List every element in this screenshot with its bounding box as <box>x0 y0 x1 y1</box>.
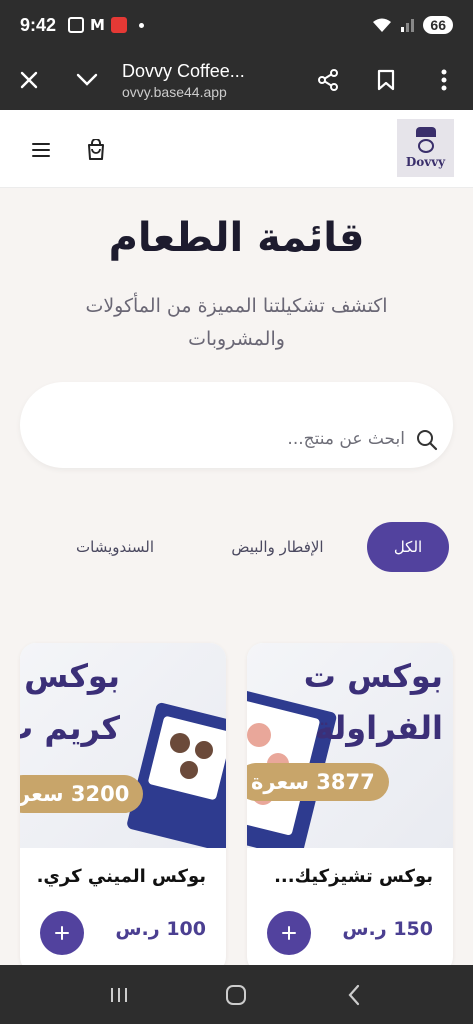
close-icon <box>20 71 38 89</box>
logo-hat-shape <box>415 127 436 137</box>
image-text-line1: بوكس ت <box>303 657 443 695</box>
browser-toolbar: Dovvy Coffee... ovvy.base44.app <box>0 50 473 110</box>
more-options-button[interactable] <box>415 50 473 110</box>
product-price: 100 ر.س <box>115 918 206 940</box>
menu-subtitle: اكتشف تشكيلتنا المميزة من المأكولات والم… <box>85 295 388 350</box>
product-image[interactable]: بوكس كريم ب 3200 سعر <box>20 643 226 848</box>
tab-sandwiches[interactable]: السندويشات <box>55 522 175 572</box>
add-to-cart-button[interactable] <box>40 911 84 955</box>
product-name[interactable]: بوكس تشيزكيك... <box>263 866 433 887</box>
more-vertical-icon <box>441 69 447 91</box>
product-name[interactable]: بوكس الميني كري... <box>36 866 206 887</box>
wifi-icon <box>373 18 392 32</box>
logo-face-shape <box>417 139 434 153</box>
share-icon <box>318 69 338 91</box>
cart-button[interactable] <box>82 136 110 164</box>
page-title-area[interactable]: Dovvy Coffee... ovvy.base44.app <box>116 61 299 100</box>
status-time: 9:42 <box>20 14 57 35</box>
notification-icons: M <box>68 16 144 34</box>
strawberry-decoration <box>247 723 271 747</box>
menu-icon <box>32 143 50 157</box>
battery-indicator: 66 <box>423 16 453 34</box>
product-image[interactable]: بوكس ت الفراولة 3877 سعرة <box>247 643 453 848</box>
home-button[interactable] <box>216 975 256 1015</box>
dessert-decoration <box>195 741 213 759</box>
app-notification-icon <box>110 17 127 33</box>
expand-button[interactable] <box>58 50 116 110</box>
chevron-down-icon <box>76 73 98 86</box>
more-notifications-dot <box>138 22 144 28</box>
search-icon <box>417 430 438 451</box>
gmail-icon: M <box>90 16 105 34</box>
site-header: Dovvy <box>0 110 473 188</box>
logo-text: Dovvy <box>405 155 446 169</box>
status-bar: 9:42 M 66 <box>0 0 473 50</box>
recent-apps-button[interactable] <box>99 975 139 1015</box>
back-button[interactable] <box>334 975 374 1015</box>
product-price: 150 ر.س <box>342 918 433 940</box>
dessert-decoration <box>180 761 198 779</box>
search-input[interactable] <box>65 424 405 454</box>
image-text-line2: كريم ب <box>20 709 120 747</box>
page-url: ovvy.base44.app <box>122 83 227 100</box>
image-text-line1: بوكس <box>24 657 120 695</box>
product-card[interactable]: بوكس ت الفراولة 3877 سعرة بوكس تشيزكيك..… <box>247 643 453 973</box>
plus-icon <box>282 926 296 940</box>
calories-badge: 3877 سعرة <box>247 763 389 801</box>
page-title: Dovvy Coffee... <box>122 60 245 81</box>
bookmark-button[interactable] <box>357 50 415 110</box>
image-text-line2: الفراولة <box>314 709 443 747</box>
tab-breakfast-eggs[interactable]: الإفطار والبيض <box>210 522 345 572</box>
plus-icon <box>55 926 69 940</box>
home-icon <box>226 984 247 1005</box>
back-icon <box>348 984 360 1005</box>
system-nav-bar <box>0 965 473 1024</box>
close-tab-button[interactable] <box>0 50 58 110</box>
screenshot-icon <box>68 17 85 33</box>
calories-badge: 3200 سعر <box>20 775 144 813</box>
site-logo[interactable]: Dovvy <box>397 119 454 177</box>
product-card[interactable]: بوكس كريم ب 3200 سعر بوكس الميني كري... … <box>20 643 226 973</box>
add-to-cart-button[interactable] <box>267 911 311 955</box>
search-box[interactable] <box>20 382 453 468</box>
menu-title: قائمة الطعام <box>108 215 365 261</box>
menu-button[interactable] <box>28 137 54 163</box>
bookmark-icon <box>377 69 395 91</box>
tab-all[interactable]: الكل <box>367 522 449 572</box>
signal-icon <box>401 19 415 32</box>
cart-icon <box>88 139 104 160</box>
share-button[interactable] <box>299 50 357 110</box>
recent-apps-icon <box>110 987 127 1002</box>
dessert-decoration <box>170 733 190 753</box>
